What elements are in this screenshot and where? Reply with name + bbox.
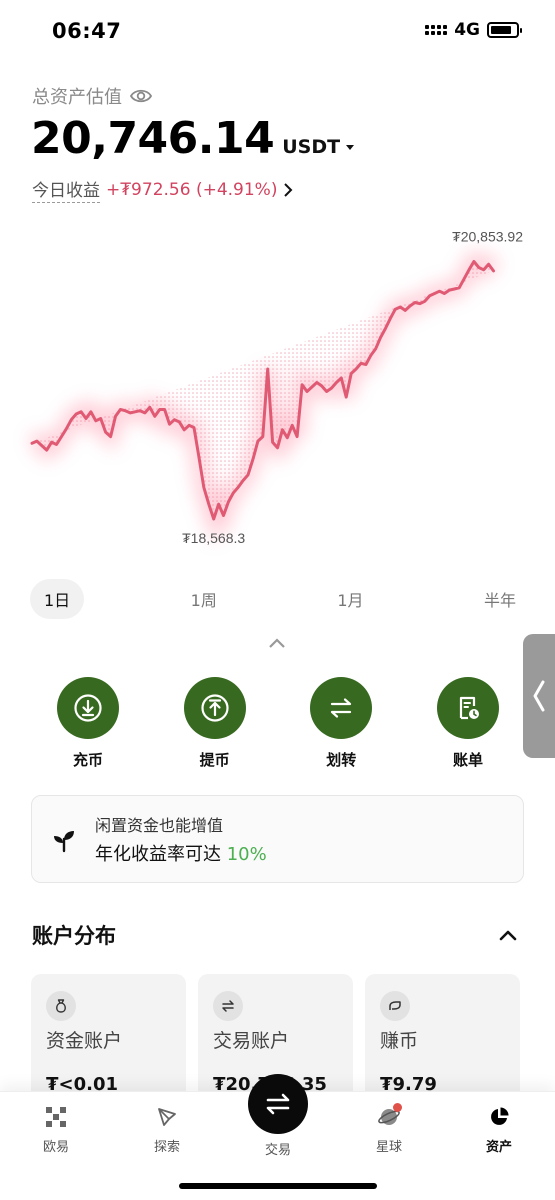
earn-account-name: 赚币 <box>380 1030 419 1052</box>
period-6m[interactable]: 半年 <box>470 579 530 619</box>
caret-down-icon <box>346 144 355 150</box>
period-1d[interactable]: 1日 <box>30 579 85 619</box>
period-selector: 1日 1周 1月 半年 <box>30 579 530 619</box>
chevron-up-icon[interactable] <box>266 633 288 655</box>
transfer-label: 划转 <box>326 751 357 769</box>
okx-logo-icon <box>46 1107 66 1127</box>
funding-account-name: 资金账户 <box>46 1030 123 1052</box>
asset-chart[interactable]: ₮20,853.92 ₮18,568.3 <box>0 220 555 575</box>
notification-dot <box>393 1103 402 1112</box>
promo-rate: 10% <box>226 844 267 865</box>
battery-icon <box>487 22 522 38</box>
promo-subtitle: 年化收益率可达 10% <box>95 840 267 866</box>
earn-promo-banner[interactable]: 闲置资金也能增值 年化收益率可达 10% <box>31 795 524 883</box>
chart-min-label: ₮18,568.3 <box>182 530 245 546</box>
asset-unit-selector[interactable]: USDT <box>282 136 355 158</box>
transfer-icon <box>310 677 373 739</box>
nav-okx[interactable]: 欧易 <box>16 1106 96 1155</box>
transfer-button[interactable]: 划转 <box>281 677 401 770</box>
eye-icon[interactable] <box>130 88 152 104</box>
nav-trade[interactable] <box>248 1074 308 1134</box>
funding-account-card[interactable]: 资金账户 ₮<0.01 <box>31 974 186 1104</box>
nav-planet[interactable]: 星球 <box>349 1103 429 1155</box>
earn-account-card[interactable]: 赚币 ₮9.79 <box>365 974 520 1104</box>
compass-icon <box>158 1108 176 1126</box>
nav-planet-label: 星球 <box>375 1140 402 1155</box>
pnl-value: +₮972.56 (+4.91%) <box>106 179 278 200</box>
chevron-right-icon <box>284 182 293 197</box>
today-pnl[interactable]: 今日收益 +₮972.56 (+4.91%) <box>32 176 293 203</box>
withdraw-icon <box>183 677 246 739</box>
asset-label: 总资产估值 <box>32 83 152 109</box>
quick-actions: 充币 提币 划转 账单 <box>28 677 528 770</box>
chart-max-label: ₮20,853.92 <box>452 228 523 244</box>
sprout-icon <box>54 831 74 853</box>
promo-title: 闲置资金也能增值 <box>95 816 224 835</box>
bill-label: 账单 <box>452 751 483 769</box>
side-drawer-handle[interactable] <box>523 634 555 758</box>
pnl-label: 今日收益 <box>32 176 100 203</box>
asset-value: 20,746.14 USDT <box>31 113 355 164</box>
chevron-left-icon <box>533 680 545 712</box>
period-1m[interactable]: 1月 <box>323 579 377 619</box>
bill-button[interactable]: 账单 <box>408 677 528 770</box>
nav-assets[interactable]: 资产 <box>459 1106 539 1155</box>
period-1w[interactable]: 1周 <box>177 579 231 619</box>
chevron-up-icon[interactable] <box>497 924 519 946</box>
nav-explore-label: 探索 <box>153 1140 180 1155</box>
deposit-icon <box>57 677 119 739</box>
status-time: 06:47 <box>52 19 122 43</box>
deposit-button[interactable]: 充币 <box>28 677 148 770</box>
withdraw-button[interactable]: 提币 <box>155 677 275 770</box>
signal-icon <box>425 25 448 35</box>
account-distribution-title: 账户分布 <box>32 924 116 948</box>
nav-explore[interactable]: 探索 <box>127 1106 207 1155</box>
swap-icon <box>213 991 243 1021</box>
pie-chart-icon <box>491 1107 509 1125</box>
status-bar: 06:47 4G <box>0 0 555 64</box>
asset-number: 20,746.14 <box>31 113 275 164</box>
earn-icon <box>380 991 410 1021</box>
trading-account-name: 交易账户 <box>213 1030 290 1052</box>
bag-icon <box>46 991 76 1021</box>
planet-icon-wrap <box>378 1103 402 1128</box>
battery-level <box>491 26 512 34</box>
nav-trade-label: 交易 <box>264 1143 291 1158</box>
nav-assets-label: 资产 <box>485 1140 512 1155</box>
network-label: 4G <box>454 20 480 40</box>
trade-swap-icon <box>266 1093 290 1115</box>
asset-chart-svg: ₮20,853.92 ₮18,568.3 <box>28 228 523 546</box>
asset-label-text: 总资产估值 <box>32 87 122 108</box>
bill-icon <box>436 677 499 739</box>
withdraw-label: 提币 <box>199 751 230 769</box>
deposit-label: 充币 <box>72 751 103 769</box>
asset-unit: USDT <box>282 136 341 158</box>
nav-okx-label: 欧易 <box>42 1140 69 1155</box>
promo-subtitle-text: 年化收益率可达 <box>95 844 227 865</box>
home-indicator <box>179 1183 377 1189</box>
status-icons: 4G <box>425 20 522 40</box>
